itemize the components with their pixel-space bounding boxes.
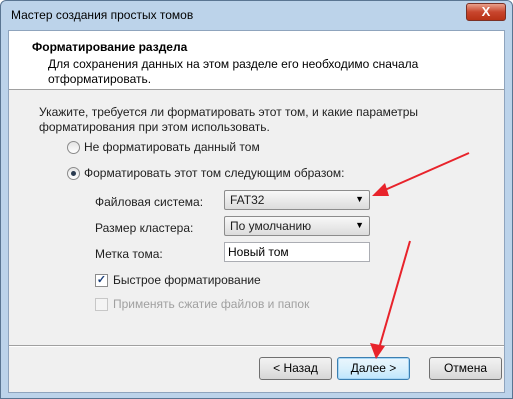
page-title: Форматирование раздела: [32, 40, 188, 54]
title-bar[interactable]: Мастер создания простых томов X: [1, 1, 512, 29]
format-radio-label[interactable]: Форматировать этот том следующим образом…: [84, 166, 344, 180]
dropdown-arrow-icon: ▼: [355, 220, 364, 230]
quick-format-checkbox[interactable]: ✓: [95, 274, 108, 287]
filesystem-select[interactable]: FAT32 ▼: [224, 190, 370, 210]
format-radio[interactable]: [67, 167, 80, 180]
filesystem-selected-value: FAT32: [230, 193, 265, 207]
volume-label-input[interactable]: [228, 245, 364, 259]
cluster-size-label: Размер кластера:: [95, 221, 194, 235]
next-button[interactable]: Далее >: [337, 357, 410, 380]
no-format-radio[interactable]: [67, 141, 80, 154]
page-description: Для сохранения данных на этом разделе ег…: [48, 57, 419, 86]
volume-label-field[interactable]: [224, 242, 370, 262]
compression-checkbox[interactable]: [95, 298, 108, 311]
cluster-size-select[interactable]: По умолчанию ▼: [224, 216, 370, 236]
back-button[interactable]: < Назад: [259, 357, 332, 380]
cancel-button[interactable]: Отмена: [429, 357, 502, 380]
wizard-header: Форматирование раздела Для сохранения да…: [9, 31, 504, 90]
compression-label: Применять сжатие файлов и папок: [113, 297, 310, 311]
dropdown-arrow-icon: ▼: [355, 194, 364, 204]
window-title: Мастер создания простых томов: [11, 8, 194, 22]
close-button[interactable]: X: [466, 3, 506, 21]
wizard-client-area: Форматирование раздела Для сохранения да…: [8, 30, 505, 393]
quick-format-label[interactable]: Быстрое форматирование: [113, 273, 261, 287]
filesystem-label: Файловая система:: [95, 195, 204, 209]
no-format-radio-label[interactable]: Не форматировать данный том: [84, 140, 260, 154]
instruction-text: Укажите, требуется ли форматировать этот…: [39, 105, 418, 134]
wizard-window: Мастер создания простых томов X Форматир…: [0, 0, 513, 399]
volume-label-label: Метка тома:: [95, 247, 163, 261]
button-separator: [9, 345, 504, 347]
cluster-size-selected-value: По умолчанию: [230, 219, 312, 233]
close-icon: X: [481, 4, 491, 19]
